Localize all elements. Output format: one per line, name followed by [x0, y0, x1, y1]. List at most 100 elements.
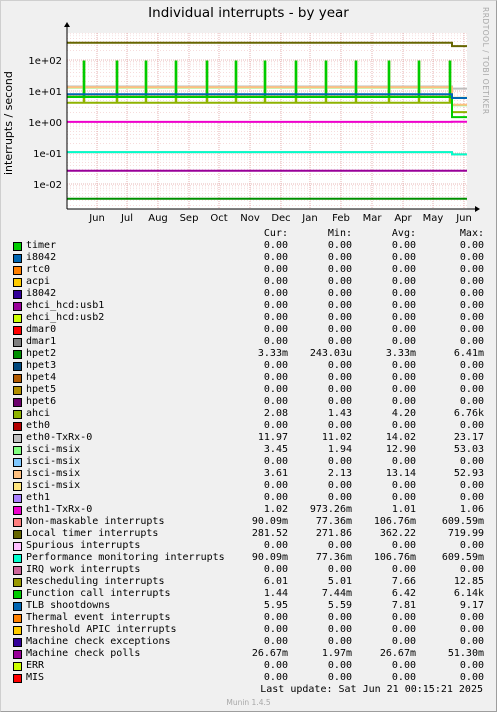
x-tick-label: Jun [455, 213, 472, 224]
legend-label: acpi [26, 276, 51, 287]
legend-value: 0.00 [263, 264, 288, 275]
legend-value: 0.00 [459, 456, 484, 467]
legend-value: 1.02 [263, 504, 288, 515]
legend-row: Machine check exceptions 0.00 0.00 0.00 0.00 [0, 636, 497, 648]
legend-value: 90.09m [251, 552, 288, 563]
legend-value: 0.00 [327, 456, 352, 467]
legend-value: 0.00 [263, 288, 288, 299]
legend-value: 0.00 [391, 252, 416, 263]
legend-value: 0.00 [263, 492, 288, 503]
legend-value: 0.00 [459, 336, 484, 347]
legend-swatch [13, 326, 22, 335]
legend-value: 0.00 [459, 540, 484, 551]
plot-area: 1e+02 1e+01 1e+00 1e-01 1e-02 Jun Jul Aug Sep Oct… [28, 22, 480, 224]
legend-value: 0.00 [327, 480, 352, 491]
legend-value: 0.00 [391, 636, 416, 647]
legend-swatch [13, 578, 22, 587]
legend-row: dmar1 0.00 0.00 0.00 0.00 [0, 336, 497, 348]
x-tick-label: Aug [148, 213, 168, 224]
legend-swatch [13, 266, 22, 275]
legend-swatch [13, 506, 22, 515]
legend-value: 0.00 [263, 612, 288, 623]
legend-row: Threshold APIC interrupts 0.00 0.00 0.00 0.0… [0, 624, 497, 636]
legend-label: Non-maskable interrupts [26, 516, 165, 527]
legend-swatch [13, 638, 22, 647]
legend-label: isci-msix [26, 444, 81, 455]
legend-swatch [13, 302, 22, 311]
legend-value: 7.44m [321, 588, 352, 599]
legend-row: Machine check polls 26.67m 1.97m 26.67m 51.3… [0, 648, 497, 660]
legend-value: 0.00 [327, 384, 352, 395]
legend-swatch [13, 422, 22, 431]
legend-swatch [13, 482, 22, 491]
legend-value: 5.95 [263, 600, 288, 611]
legend-row: Function call interrupts 1.44 7.44m 6.42 6.1… [0, 588, 497, 600]
legend-value: 0.00 [391, 312, 416, 323]
legend-value: 0.00 [459, 480, 484, 491]
x-tick-label: Mar [363, 213, 383, 224]
legend-value: 0.00 [263, 336, 288, 347]
legend-value: 281.52 [251, 528, 288, 539]
legend-value: 609.59m [441, 552, 484, 563]
legend-value: 52.93 [453, 468, 484, 479]
legend-swatch [13, 530, 22, 539]
legend-row: isci-msix 0.00 0.00 0.00 0.00 [0, 456, 497, 468]
legend-value: 0.00 [459, 240, 484, 251]
y-tick-label: 1e-01 [33, 149, 62, 160]
legend-row: acpi 0.00 0.00 0.00 0.00 [0, 276, 497, 288]
legend-value: 0.00 [327, 660, 352, 671]
legend-value: 0.00 [263, 384, 288, 395]
legend-swatch [13, 350, 22, 359]
legend-swatch [13, 674, 22, 683]
x-tick-label: Jul [120, 213, 133, 224]
legend-label: eth0-TxRx-0 [26, 432, 93, 443]
legend-label: MIS [26, 672, 45, 683]
legend-row: TLB shootdowns 5.95 5.59 7.81 9.17 [0, 600, 497, 612]
legend-row: Local timer interrupts 281.52 271.86 362.22… [0, 528, 497, 540]
legend-row: ehci_hcd:usb2 0.00 0.00 0.00 0.00 [0, 312, 497, 324]
legend-value: 0.00 [263, 360, 288, 371]
legend-value: 0.00 [459, 384, 484, 395]
legend-value: 0.00 [327, 252, 352, 263]
legend-swatch [13, 398, 22, 407]
legend-value: 0.00 [263, 396, 288, 407]
legend-swatch [13, 386, 22, 395]
legend-label: eth0 [26, 420, 51, 431]
legend-value: 5.01 [327, 576, 352, 587]
y-tick-label: 1e+02 [28, 56, 62, 67]
legend-value: 0.00 [327, 336, 352, 347]
legend-label: TLB shootdowns [26, 600, 111, 611]
legend-label: eth1 [26, 492, 51, 503]
legend-value: 13.14 [385, 468, 416, 479]
legend-value: 973.26m [309, 504, 352, 515]
legend-value: 0.00 [327, 396, 352, 407]
legend-value: 0.00 [263, 564, 288, 575]
legend-swatch [13, 590, 22, 599]
legend-value: 0.00 [263, 372, 288, 383]
legend-row: isci-msix 3.61 2.13 13.14 52.93 [0, 468, 497, 480]
legend-value: 0.00 [391, 672, 416, 683]
legend-row: eth1-TxRx-0 1.02 973.26m 1.01 1.06 [0, 504, 497, 516]
legend-row: ERR 0.00 0.00 0.00 0.00 [0, 660, 497, 672]
x-tick-label: Dec [271, 213, 290, 224]
y-axis-arrow [64, 22, 70, 27]
legend-label: ehci_hcd:usb1 [26, 300, 105, 311]
legend-value: 11.97 [257, 432, 288, 443]
legend-value: 0.00 [459, 420, 484, 431]
legend-value: 0.00 [327, 300, 352, 311]
legend-value: 26.67m [379, 648, 416, 659]
legend-value: 0.00 [263, 672, 288, 683]
legend-value: 0.00 [459, 300, 484, 311]
legend-value: 362.22 [379, 528, 416, 539]
legend-value: 0.00 [391, 456, 416, 467]
legend-swatch [13, 434, 22, 443]
legend-label: Local timer interrupts [26, 528, 159, 539]
legend-value: 0.00 [459, 396, 484, 407]
legend-value: 6.41m [453, 348, 484, 359]
legend-label: hpet5 [26, 384, 57, 395]
legend-value: 0.00 [327, 672, 352, 683]
legend-value: 0.00 [459, 312, 484, 323]
legend-label: Rescheduling interrupts [26, 576, 165, 587]
legend-swatch [13, 518, 22, 527]
legend-value: 106.76m [373, 552, 416, 563]
